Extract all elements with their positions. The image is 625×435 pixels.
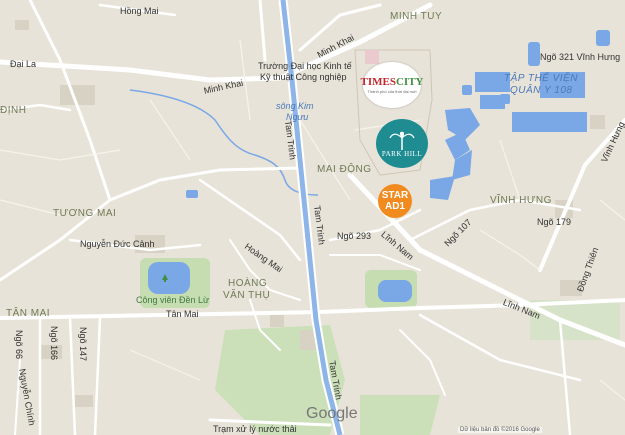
area-hoang-van-thu-2: VĂN THỤ [223,290,271,301]
palm-leaf-icon [389,131,415,150]
label-ngo-66: Ngõ 66 [14,330,24,360]
google-logo: Google [306,405,358,422]
area-tap-the-vien-2: QUÂN Y 108 [510,85,573,96]
label-hong-mai: Hồng Mai [120,6,159,16]
park-hill-text: PARK HILL [381,149,423,158]
label-ngo-179: Ngõ 179 [537,217,572,227]
water-song-kim-nguu-2: Ngưu [286,112,309,122]
area-hoang-van-thu-1: HOÀNG [228,278,268,289]
star-label-line2: AD1 [384,201,405,212]
label-ngo-147: Ngõ 147 [78,327,88,362]
label-university-1: Trường Đại học Kinh tế [258,61,352,71]
area-tuong-mai: TƯƠNG MAI [53,208,117,219]
park-hill-marker[interactable]: PARK HILL [376,119,428,168]
area-tap-the-vien-1: TẬP THỂ VIỆN [504,73,578,84]
map-view[interactable]: Hồng Mai Đại La Minh Khai Minh Khai Trườ… [0,0,625,435]
label-tan-mai-road: Tân Mai [166,309,199,319]
water-song-kim-nguu-1: sông Kim [276,101,314,111]
label-ngo-166: Ngõ 166 [49,326,59,361]
times-city-logo: TIMESCITY [360,76,424,88]
label-ngo-293: Ngõ 293 [337,231,372,241]
label-tram-xu-ly: Trạm xử lý nước thải [213,424,297,434]
star-ad1-marker[interactable]: STAR AD1 [378,184,412,218]
times-city-marker[interactable]: TIMESCITY Thành phố của thời đại mới [360,62,424,108]
area-minh-tuy: MINH TUY [390,11,443,22]
area-mai-dong: MAI ĐỘNG [317,164,372,175]
label-ngo-321: Ngõ 321 Vĩnh Hưng [540,52,621,62]
area-dinh: ĐỊNH [0,105,27,116]
label-nguyen-duc-canh: Nguyễn Đức Cảnh [80,239,155,249]
times-city-tagline: Thành phố của thời đại mới [367,89,417,94]
map-attribution[interactable]: Dữ liệu bản đồ ©2016 Google [458,427,542,433]
area-tan-mai: TÂN MAI [6,308,51,319]
label-dai-la: Đại La [10,59,37,69]
area-vinh-hung: VĨNH HƯNG [490,195,552,206]
star-label-line1: STAR [381,190,409,201]
label-university-2: Kỹ thuật Công nghiệp [260,72,347,82]
park-cong-vien-den-lu: Công viên Đền Lừ [136,295,210,305]
